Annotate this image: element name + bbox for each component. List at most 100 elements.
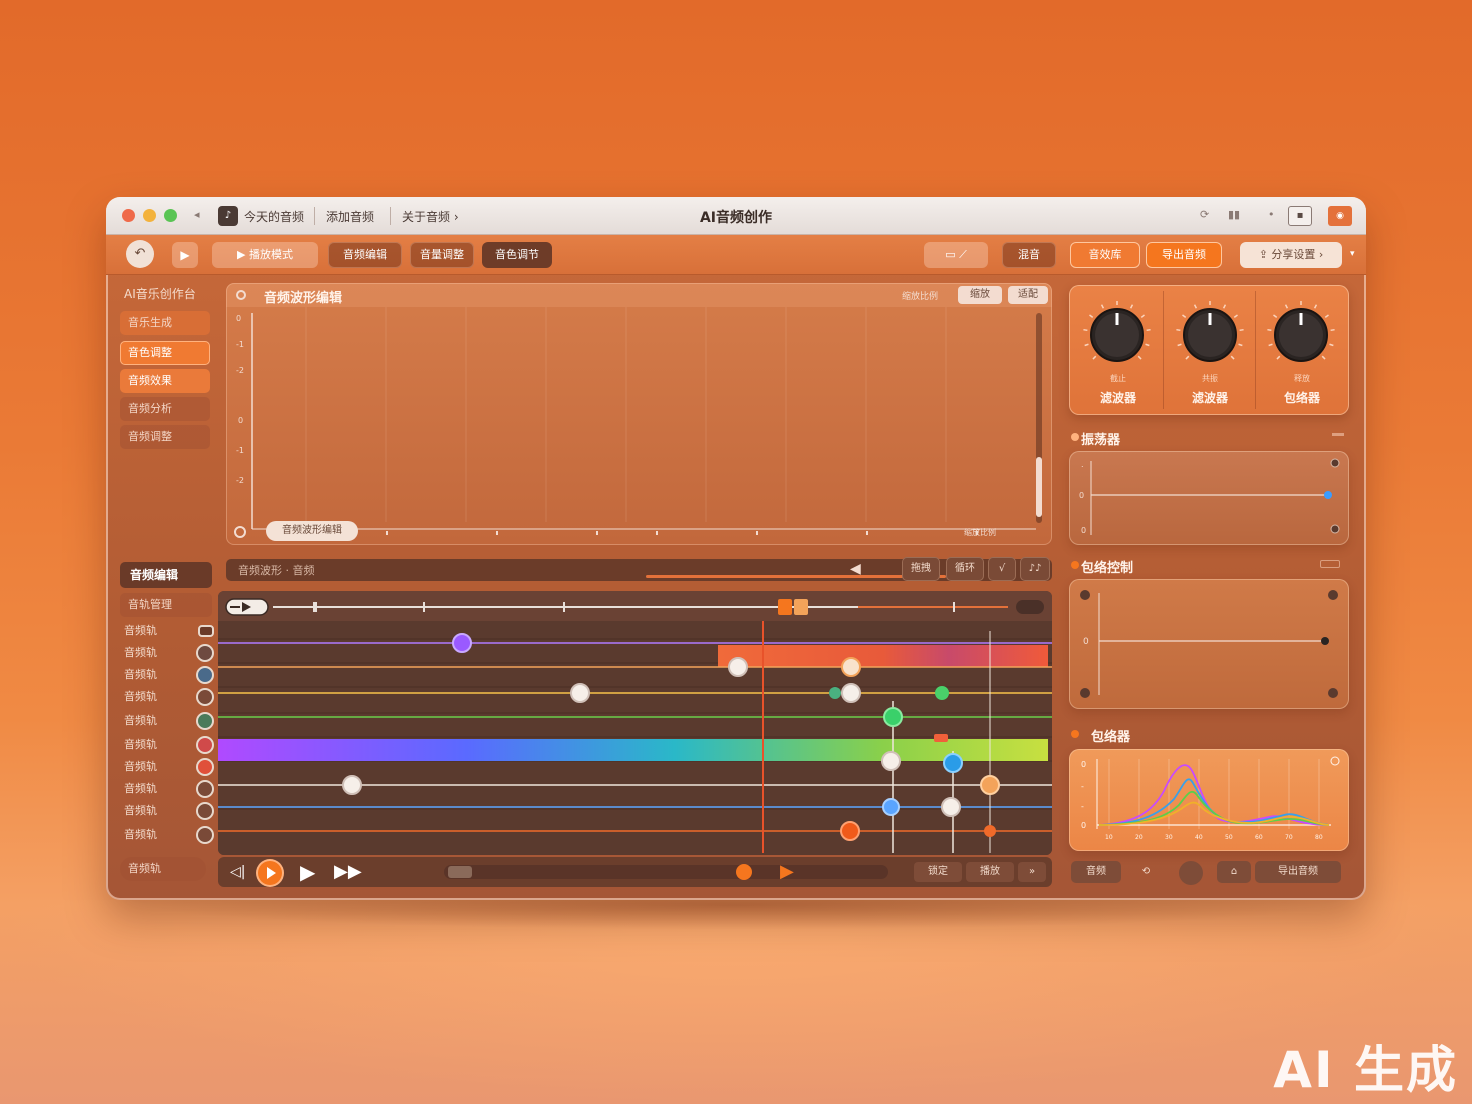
mix-button[interactable]: 混音: [1002, 242, 1056, 268]
automation-node[interactable]: [943, 753, 963, 773]
track-row[interactable]: 音频轨: [124, 711, 214, 731]
track-knob[interactable]: [196, 780, 214, 798]
play-mode-button[interactable]: ▶ 播放模式: [212, 242, 318, 268]
bars-icon[interactable]: ▮▮: [1228, 208, 1240, 221]
automation-node[interactable]: [840, 821, 860, 841]
track-label: 音频轨: [124, 646, 157, 659]
tracks-manage[interactable]: 音轨管理: [120, 593, 212, 617]
automation-node[interactable]: [935, 686, 949, 700]
record-icon[interactable]: [236, 290, 246, 300]
track-row[interactable]: 音频轨: [124, 643, 214, 663]
collapse-icon[interactable]: [1332, 433, 1344, 436]
export-audio-button[interactable]: 导出音频: [1255, 861, 1341, 883]
play-icon[interactable]: ▶: [300, 861, 315, 883]
toolbar: ↶ ▶ ▶ 播放模式 音频编辑 音量调整 音色调节 ▭ ⟋ 混音 音效库 导出音…: [106, 235, 1366, 275]
automation-node[interactable]: [452, 633, 472, 653]
drag-button[interactable]: 拖拽: [902, 557, 940, 581]
track-knob[interactable]: [196, 758, 214, 776]
sidebar-item-generate[interactable]: 音乐生成: [120, 311, 210, 335]
track-knob[interactable]: [198, 625, 214, 637]
play-mode-small-button[interactable]: 播放: [966, 862, 1014, 882]
track-row[interactable]: 音频轨: [124, 801, 214, 821]
chevron-down-icon[interactable]: ▾: [1350, 249, 1355, 259]
automation-canvas[interactable]: [218, 591, 1052, 855]
waveform-canvas[interactable]: 0 -1 -2 0 -1 -2: [226, 307, 1052, 545]
automation-node[interactable]: [881, 751, 901, 771]
tracks-footer[interactable]: 音频轨: [120, 857, 206, 881]
track-row[interactable]: 音频轨: [124, 757, 214, 777]
user-icon[interactable]: ◉: [1328, 206, 1352, 226]
automation-node[interactable]: [934, 734, 948, 742]
track-row[interactable]: 音频轨: [124, 735, 214, 755]
automation-node[interactable]: [570, 683, 590, 703]
track-row[interactable]: 音频轨: [124, 687, 214, 707]
automation-node[interactable]: [882, 798, 900, 816]
automation-node[interactable]: [841, 657, 861, 677]
automation-node[interactable]: [984, 825, 996, 837]
track-knob[interactable]: [196, 688, 214, 706]
automation-timeline[interactable]: [218, 591, 1052, 855]
track-knob[interactable]: [196, 644, 214, 662]
envelope-panel[interactable]: 0 - - 0 10 20 30 40 50 60 70 80: [1069, 749, 1349, 851]
zoom-button[interactable]: 缩放: [958, 286, 1002, 304]
window-icon[interactable]: ▪: [1288, 206, 1312, 226]
track-row[interactable]: 音频轨: [124, 621, 214, 641]
automation-node[interactable]: [342, 775, 362, 795]
transport-progress[interactable]: ▶: [444, 861, 888, 882]
sfx-library-button[interactable]: 音效库: [1070, 242, 1140, 268]
track-knob[interactable]: [196, 802, 214, 820]
undo-icon[interactable]: ↶: [126, 240, 154, 268]
prev-icon[interactable]: ◀: [850, 561, 861, 577]
toggle-icon[interactable]: [1320, 560, 1340, 568]
track-row[interactable]: 音频轨: [124, 779, 214, 799]
timbre-button[interactable]: 音色调节: [482, 242, 552, 268]
fit-button[interactable]: 适配: [1008, 286, 1048, 304]
sidebar-item-timbre[interactable]: 音色调整: [120, 341, 210, 365]
note-button[interactable]: ♪♪: [1020, 557, 1050, 581]
dot-icon[interactable]: •: [1268, 208, 1275, 221]
lock-button[interactable]: 锁定: [914, 862, 962, 882]
track-knob[interactable]: [196, 826, 214, 844]
envelope-control-panel[interactable]: 0: [1069, 579, 1349, 709]
filter-cutoff-knob[interactable]: [1090, 308, 1144, 362]
track-row[interactable]: 音频轨: [124, 665, 214, 685]
sidebar-item-effects[interactable]: 音频效果: [120, 369, 210, 393]
volume-button[interactable]: 音量调整: [410, 242, 474, 268]
refresh-icon[interactable]: ⟲: [1131, 861, 1161, 883]
audio-edit-button[interactable]: 音频编辑: [328, 242, 402, 268]
track-knob[interactable]: [196, 666, 214, 684]
track-knob[interactable]: [196, 736, 214, 754]
play-icon[interactable]: ▶: [172, 242, 198, 268]
playhead-knob[interactable]: [736, 864, 752, 880]
oscillator-panel[interactable]: 0 . 0: [1069, 451, 1349, 545]
record-button[interactable]: [258, 861, 282, 885]
save-icon[interactable]: ⌂: [1217, 861, 1251, 883]
check-button[interactable]: √: [988, 557, 1016, 581]
toggle-circle[interactable]: [1179, 861, 1203, 885]
waveform-pill-button[interactable]: 音频波形编辑: [266, 521, 358, 541]
audio-button[interactable]: 音频: [1071, 861, 1121, 883]
knob-tick: [1267, 328, 1272, 332]
progress-handle[interactable]: [448, 866, 472, 878]
automation-node[interactable]: [728, 657, 748, 677]
sidebar-item-analysis[interactable]: 音频分析: [120, 397, 210, 421]
track-row[interactable]: 音频轨: [124, 825, 214, 845]
automation-node[interactable]: [883, 707, 903, 727]
filter-resonance-knob[interactable]: [1183, 308, 1237, 362]
envelope-release-knob[interactable]: [1274, 308, 1328, 362]
share-settings-button[interactable]: ⇪ 分享设置 ›: [1240, 242, 1342, 268]
automation-node[interactable]: [941, 797, 961, 817]
sync-icon[interactable]: ⟳: [1200, 208, 1209, 221]
loop-icon[interactable]: [234, 526, 246, 538]
track-knob[interactable]: [196, 712, 214, 730]
fast-forward-icon[interactable]: ▶▶: [334, 861, 362, 883]
blank-button[interactable]: ▭ ⟋: [924, 242, 988, 268]
export-button[interactable]: 导出音频: [1146, 242, 1222, 268]
automation-node[interactable]: [841, 683, 861, 703]
sidebar-item-adjust[interactable]: 音频调整: [120, 425, 210, 449]
skip-button[interactable]: »: [1018, 862, 1046, 882]
rewind-icon[interactable]: ◁|: [230, 861, 245, 883]
automation-node[interactable]: [829, 687, 841, 699]
automation-node[interactable]: [980, 775, 1000, 795]
loop-button[interactable]: 循环: [946, 557, 984, 581]
